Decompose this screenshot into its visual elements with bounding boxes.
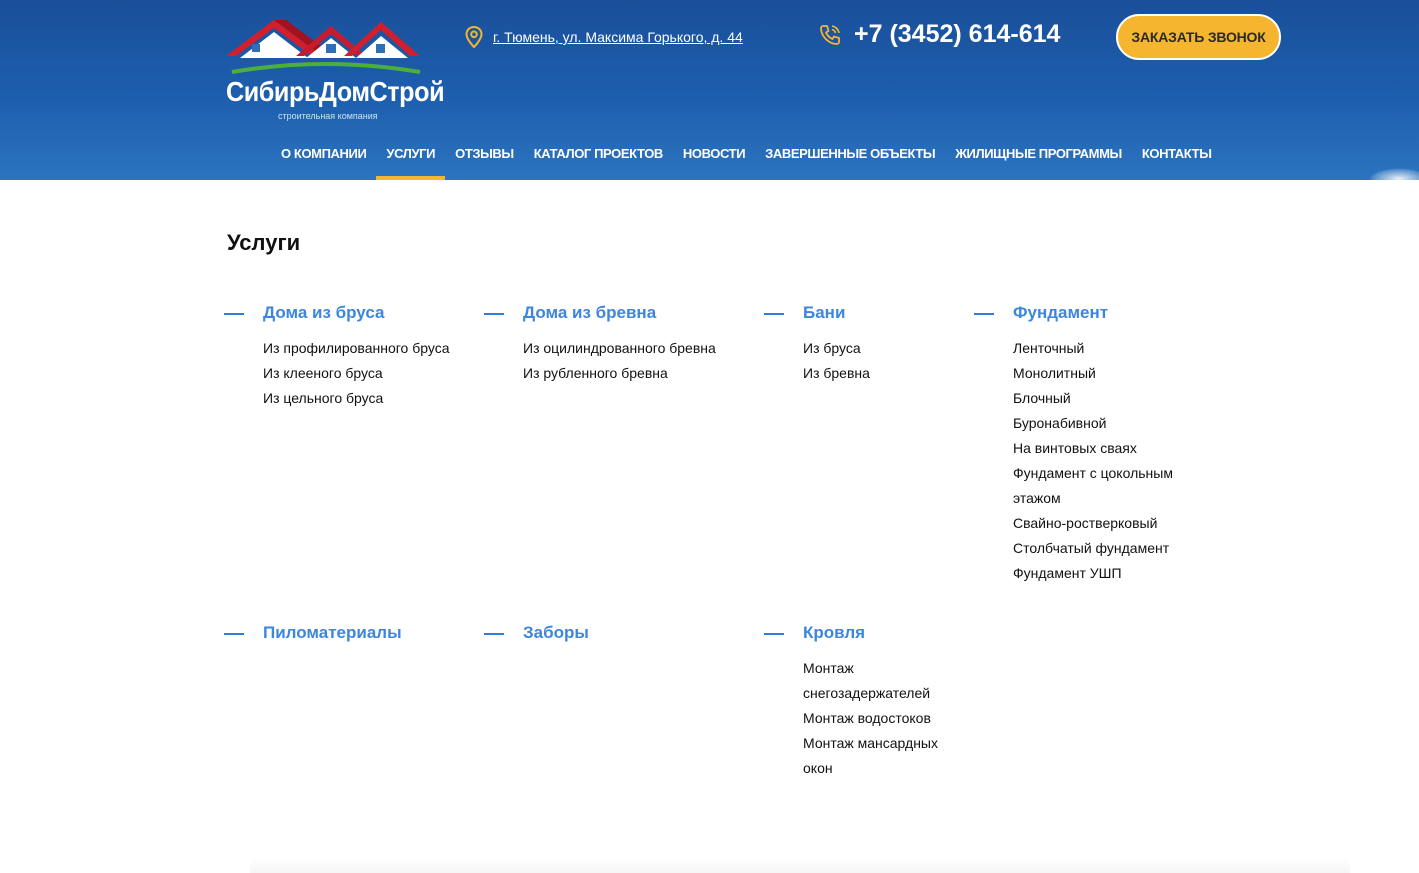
logo-text: СибирьДомСтрой — [226, 76, 445, 107]
category-list: Из профилированного бруса Из клееного бр… — [263, 336, 483, 411]
callback-button[interactable]: ЗАКАЗАТЬ ЗВОНОК — [1116, 14, 1281, 60]
list-item[interactable]: Из рубленного бревна — [523, 361, 753, 386]
list-item[interactable]: На винтовых сваях — [1013, 436, 1188, 461]
phone-icon — [820, 24, 840, 45]
category-list: Ленточный Монолитный Блочный Буронабивно… — [1013, 336, 1188, 586]
site-header: СибирьДомСтрой строительная компания г. … — [0, 0, 1419, 180]
category-title[interactable]: Заборы — [523, 622, 743, 648]
list-item[interactable]: Монолитный — [1013, 361, 1188, 386]
house-roofs-icon — [226, 20, 421, 74]
list-item[interactable]: Монтаж мансардных окон — [803, 731, 953, 781]
nav-item-about[interactable]: О КОМПАНИИ — [271, 134, 376, 180]
category-list: Монтаж снегозадержателей Монтаж водосток… — [803, 656, 953, 781]
category-log-houses: Дома из бревна Из оцилиндрованного бревн… — [484, 302, 753, 386]
list-item[interactable]: Столбчатый фундамент — [1013, 536, 1188, 561]
nav-item-reviews[interactable]: ОТЗЫВЫ — [445, 134, 524, 180]
category-list: Из оцилиндрованного бревна Из рубленного… — [523, 336, 753, 386]
logo-subtitle: строительная компания — [278, 111, 378, 121]
list-item[interactable]: Монтаж снегозадержателей — [803, 656, 953, 706]
category-title[interactable]: Пиломатериалы — [263, 622, 483, 648]
logo[interactable]: СибирьДомСтрой строительная компания — [226, 16, 445, 124]
list-item[interactable]: Буронабивной — [1013, 411, 1188, 436]
page-title: Услуги — [227, 230, 301, 255]
category-roofing: Кровля Монтаж снегозадержателей Монтаж в… — [764, 622, 953, 781]
dash-marker — [764, 313, 784, 315]
nav-item-services[interactable]: УСЛУГИ — [376, 134, 445, 180]
address-block: г. Тюмень, ул. Максима Горького, д. 44 — [465, 26, 743, 48]
address-link[interactable]: г. Тюмень, ул. Максима Горького, д. 44 — [493, 29, 743, 45]
list-item[interactable]: Свайно-ростверковый — [1013, 511, 1188, 536]
phone-number[interactable]: +7 (3452) 614-614 — [854, 20, 1060, 49]
phone-block: +7 (3452) 614-614 — [818, 20, 1060, 49]
list-item[interactable]: Из клееного бруса — [263, 361, 483, 386]
list-item[interactable]: Из бруса — [803, 336, 963, 361]
list-item[interactable]: Ленточный — [1013, 336, 1188, 361]
category-foundation: Фундамент Ленточный Монолитный Блочный Б… — [974, 302, 1188, 586]
list-item[interactable]: Из профилированного бруса — [263, 336, 483, 361]
nav-item-contacts[interactable]: КОНТАКТЫ — [1132, 134, 1222, 180]
map-pin-icon — [465, 26, 483, 48]
category-saunas: Бани Из бруса Из бревна — [764, 302, 963, 386]
category-title[interactable]: Фундамент — [1013, 302, 1188, 328]
nav-item-catalog[interactable]: КАТАЛОГ ПРОЕКТОВ — [524, 134, 673, 180]
list-item[interactable]: Фундамент УШП — [1013, 561, 1188, 586]
dash-marker — [224, 313, 244, 315]
dash-marker — [224, 633, 244, 635]
dash-marker — [974, 313, 994, 315]
category-title[interactable]: Бани — [803, 302, 963, 328]
list-item[interactable]: Из бревна — [803, 361, 963, 386]
footer-shadow — [250, 858, 1350, 873]
cloud-decoration — [1369, 168, 1419, 180]
category-fences: Заборы — [484, 622, 743, 648]
dash-marker — [764, 633, 784, 635]
list-item[interactable]: Из оцилиндрованного бревна — [523, 336, 753, 361]
list-item[interactable]: Из цельного бруса — [263, 386, 483, 411]
nav-item-housing-programs[interactable]: ЖИЛИЩНЫЕ ПРОГРАММЫ — [945, 134, 1132, 180]
list-item[interactable]: Блочный — [1013, 386, 1188, 411]
category-lumber: Пиломатериалы — [224, 622, 483, 648]
category-title[interactable]: Дома из бревна — [523, 302, 753, 328]
nav-item-news[interactable]: НОВОСТИ — [673, 134, 755, 180]
category-timber-houses: Дома из бруса Из профилированного бруса … — [224, 302, 483, 411]
list-item[interactable]: Монтаж водостоков — [803, 706, 953, 731]
nav-item-completed[interactable]: ЗАВЕРШЕННЫЕ ОБЪЕКТЫ — [755, 134, 945, 180]
main-nav: О КОМПАНИИ УСЛУГИ ОТЗЫВЫ КАТАЛОГ ПРОЕКТО… — [271, 134, 1222, 180]
dash-marker — [484, 633, 504, 635]
dash-marker — [484, 313, 504, 315]
category-title[interactable]: Кровля — [803, 622, 953, 648]
category-title[interactable]: Дома из бруса — [263, 302, 483, 328]
list-item[interactable]: Фундамент с цокольным этажом — [1013, 461, 1188, 511]
category-list: Из бруса Из бревна — [803, 336, 963, 386]
